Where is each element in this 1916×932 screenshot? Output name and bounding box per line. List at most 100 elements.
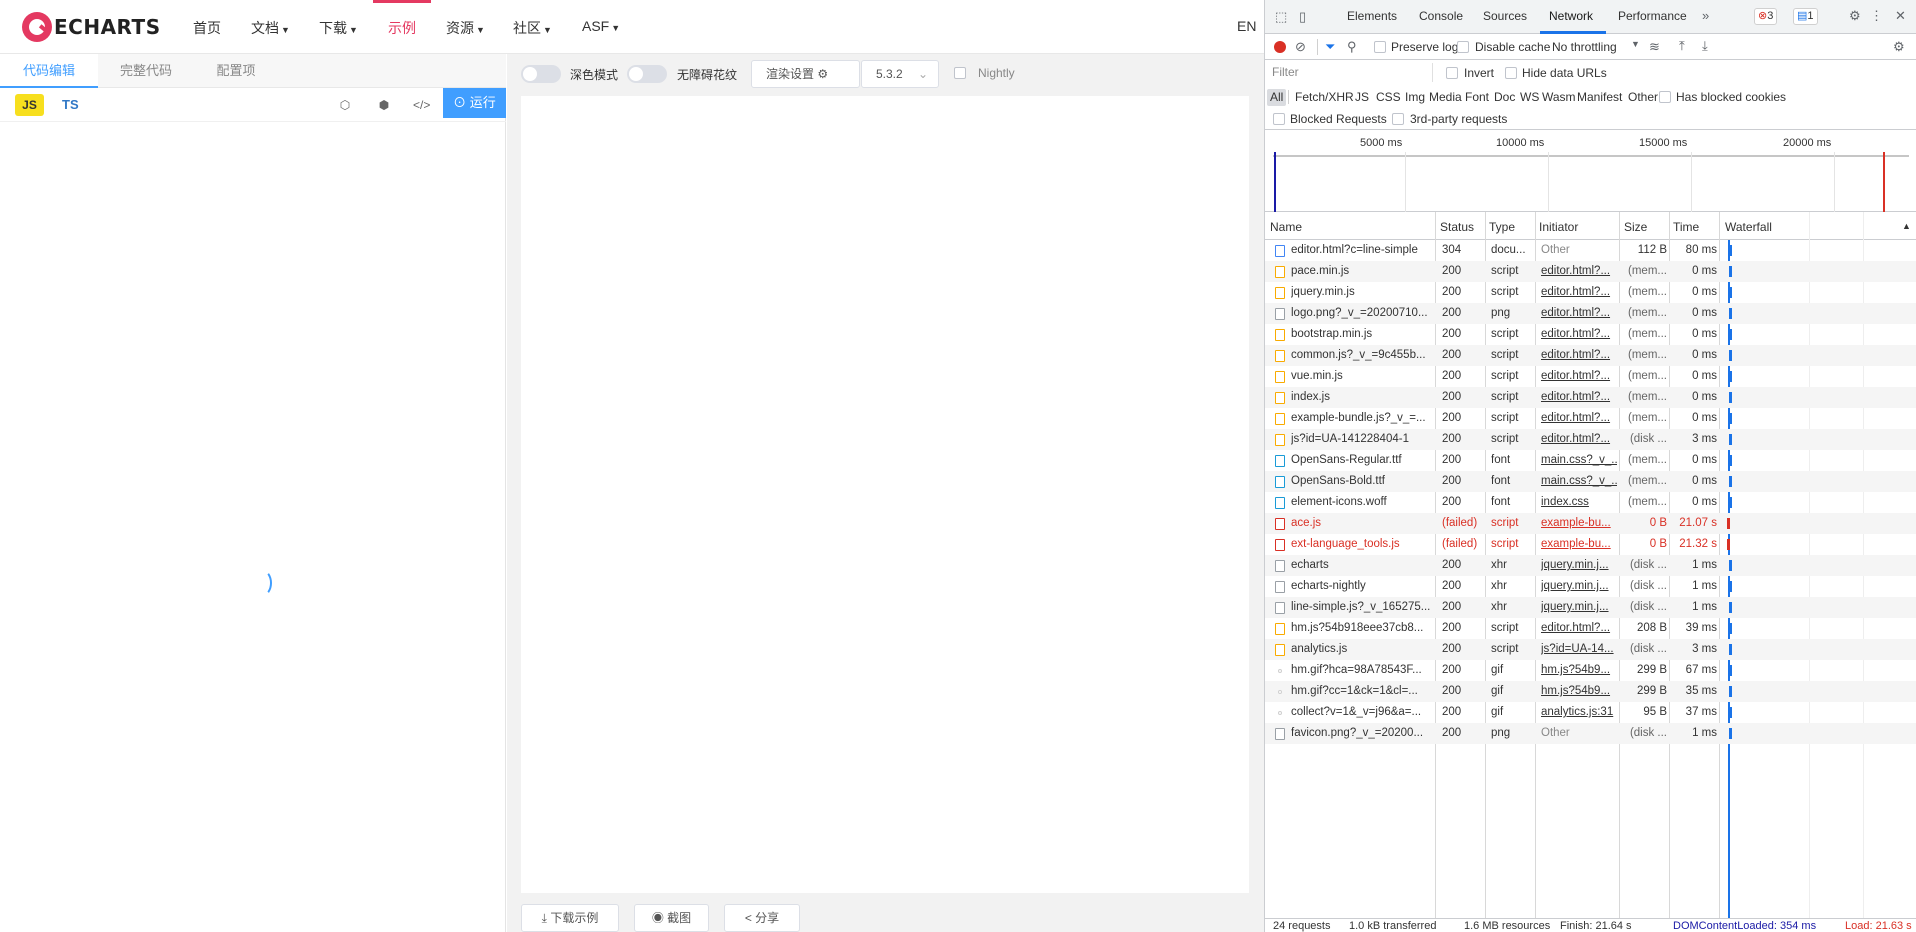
search-icon[interactable]: ⚲	[1347, 39, 1357, 55]
disable-cache-checkbox[interactable]	[1457, 41, 1469, 53]
request-initiator[interactable]: editor.html?...	[1541, 370, 1617, 382]
aria-decal-toggle[interactable]	[627, 65, 667, 83]
version-select[interactable]: 5.3.2 ⌄	[861, 60, 939, 88]
col-waterfall[interactable]: Waterfall	[1725, 220, 1772, 234]
table-row[interactable]: echarts 200 xhr jquery.min.j... (disk ... 1 m…	[1265, 555, 1916, 576]
request-initiator[interactable]: Other	[1541, 727, 1617, 739]
lang-js-button[interactable]: JS	[15, 94, 44, 116]
language-switch[interactable]: EN	[1237, 18, 1256, 34]
request-initiator[interactable]: hm.js?54b9...	[1541, 664, 1617, 676]
tab-code-edit[interactable]: 代码编辑	[0, 54, 98, 88]
col-time[interactable]: Time	[1673, 220, 1699, 234]
export-har-icon[interactable]: ⤓	[1702, 38, 1708, 54]
device-toolbar-icon[interactable]: ▯	[1299, 9, 1306, 25]
network-conditions-icon[interactable]: ≋	[1649, 39, 1660, 55]
type-img[interactable]: Img	[1402, 89, 1428, 106]
kebab-menu-icon[interactable]: ⋮	[1870, 8, 1883, 24]
request-initiator[interactable]: index.css	[1541, 496, 1617, 508]
request-initiator[interactable]: main.css?_v_...	[1541, 475, 1617, 487]
table-row[interactable]: example-bundle.js?_v_=... 200 script editor…	[1265, 408, 1916, 429]
type-js[interactable]: JS	[1352, 89, 1372, 106]
request-initiator[interactable]: jquery.min.j...	[1541, 601, 1617, 613]
table-row[interactable]: common.js?_v_=9c455b... 200 script editor.h…	[1265, 345, 1916, 366]
tab-sources[interactable]: Sources	[1483, 9, 1527, 23]
col-type[interactable]: Type	[1489, 220, 1515, 234]
table-row[interactable]: hm.gif?hca=98A78543F... 200 gif hm.js?54b9.…	[1265, 660, 1916, 681]
request-initiator[interactable]: editor.html?...	[1541, 412, 1617, 424]
record-icon[interactable]	[1274, 41, 1286, 53]
table-row[interactable]: analytics.js 200 script js?id=UA-14... (disk…	[1265, 639, 1916, 660]
echarts-logo[interactable]: ECHARTS	[22, 12, 161, 42]
request-initiator[interactable]: analytics.js:31	[1541, 706, 1617, 718]
third-party-checkbox[interactable]	[1392, 113, 1404, 125]
throttling-select[interactable]: No throttling	[1552, 40, 1617, 54]
table-row[interactable]: collect?v=1&_v=j96&a=... 200 gif analytics.…	[1265, 702, 1916, 723]
preserve-log-checkbox[interactable]	[1374, 41, 1386, 53]
nav-docs[interactable]: 文档 ▼	[251, 18, 290, 38]
error-badge[interactable]: ⊗3	[1754, 8, 1778, 25]
type-other[interactable]: Other	[1625, 89, 1661, 106]
codesandbox-icon[interactable]: ⬢	[376, 97, 392, 113]
network-settings-gear-icon[interactable]: ⚙	[1893, 39, 1905, 55]
request-initiator[interactable]: example-bu...	[1541, 517, 1617, 529]
tab-config[interactable]: 配置项	[194, 54, 278, 88]
sort-ascending-icon[interactable]: ▲	[1902, 221, 1911, 231]
col-name[interactable]: Name	[1270, 220, 1302, 234]
request-initiator[interactable]: editor.html?...	[1541, 286, 1617, 298]
lang-ts-button[interactable]: TS	[62, 94, 79, 116]
more-tabs-icon[interactable]: »	[1702, 8, 1709, 23]
request-initiator[interactable]: editor.html?...	[1541, 391, 1617, 403]
request-initiator[interactable]: hm.js?54b9...	[1541, 685, 1617, 697]
screenshot-button[interactable]: ◉ 截图	[634, 904, 709, 932]
table-row[interactable]: element-icons.woff 200 font index.css (mem..…	[1265, 492, 1916, 513]
table-row[interactable]: index.js 200 script editor.html?... (mem... 0…	[1265, 387, 1916, 408]
request-initiator[interactable]: js?id=UA-14...	[1541, 643, 1617, 655]
table-row[interactable]: jquery.min.js 200 script editor.html?... (me…	[1265, 282, 1916, 303]
table-row[interactable]: echarts-nightly 200 xhr jquery.min.j... (dis…	[1265, 576, 1916, 597]
has-blocked-cookies-checkbox[interactable]	[1659, 91, 1671, 103]
table-row[interactable]: favicon.png?_v_=20200... 200 png Other (disk…	[1265, 723, 1916, 744]
table-row[interactable]: js?id=UA-141228404-1 200 script editor.html…	[1265, 429, 1916, 450]
table-row[interactable]: hm.js?54b918eee37cb8... 200 script editor.h…	[1265, 618, 1916, 639]
request-initiator[interactable]: editor.html?...	[1541, 265, 1617, 277]
filter-input[interactable]: Filter	[1269, 63, 1433, 82]
nav-community[interactable]: 社区 ▼	[513, 18, 552, 38]
request-initiator[interactable]: jquery.min.j...	[1541, 580, 1617, 592]
table-row[interactable]: OpenSans-Regular.ttf 200 font main.css?_v_.…	[1265, 450, 1916, 471]
nav-resources[interactable]: 资源 ▼	[446, 18, 485, 38]
code-format-icon[interactable]: </>	[413, 97, 430, 113]
close-icon[interactable]: ✕	[1895, 8, 1906, 24]
run-button[interactable]: ⊙ 运行	[443, 88, 506, 118]
table-row[interactable]: ext-language_tools.js (failed) script examp…	[1265, 534, 1916, 555]
table-row[interactable]: OpenSans-Bold.ttf 200 font main.css?_v_... (…	[1265, 471, 1916, 492]
hide-data-urls-checkbox[interactable]	[1505, 67, 1517, 79]
import-har-icon[interactable]: ⤒	[1679, 38, 1685, 54]
tab-full-code[interactable]: 完整代码	[98, 54, 194, 88]
table-row[interactable]: editor.html?c=line-simple 304 docu... Other…	[1265, 240, 1916, 261]
request-initiator[interactable]: example-bu...	[1541, 538, 1617, 550]
request-initiator[interactable]: editor.html?...	[1541, 349, 1617, 361]
nav-asf[interactable]: ASF ▼	[582, 18, 620, 34]
tab-network[interactable]: Network	[1549, 9, 1593, 23]
blocked-requests-checkbox[interactable]	[1273, 113, 1285, 125]
nav-home[interactable]: 首页	[193, 18, 221, 38]
clear-icon[interactable]: ⊘	[1295, 39, 1306, 55]
invert-checkbox[interactable]	[1446, 67, 1458, 79]
table-row[interactable]: logo.png?_v_=20200710... 200 png editor.htm…	[1265, 303, 1916, 324]
tab-console[interactable]: Console	[1419, 9, 1463, 23]
type-wasm[interactable]: Wasm	[1539, 89, 1579, 106]
type-fetch-xhr[interactable]: Fetch/XHR	[1292, 89, 1357, 106]
type-all[interactable]: All	[1267, 89, 1287, 106]
request-initiator[interactable]: Other	[1541, 244, 1617, 256]
download-example-button[interactable]: ⤓ 下载示例	[521, 904, 619, 932]
tab-performance[interactable]: Performance	[1618, 9, 1687, 23]
col-initiator[interactable]: Initiator	[1539, 220, 1578, 234]
tab-elements[interactable]: Elements	[1347, 9, 1397, 23]
table-row[interactable]: pace.min.js 200 script editor.html?... (mem.…	[1265, 261, 1916, 282]
codepen-icon[interactable]: ⬡	[337, 97, 353, 113]
table-row[interactable]: bootstrap.min.js 200 script editor.html?...…	[1265, 324, 1916, 345]
nav-download[interactable]: 下载 ▼	[319, 18, 358, 38]
request-initiator[interactable]: main.css?_v_...	[1541, 454, 1617, 466]
type-manifest[interactable]: Manifest	[1574, 89, 1625, 106]
request-initiator[interactable]: jquery.min.j...	[1541, 559, 1617, 571]
